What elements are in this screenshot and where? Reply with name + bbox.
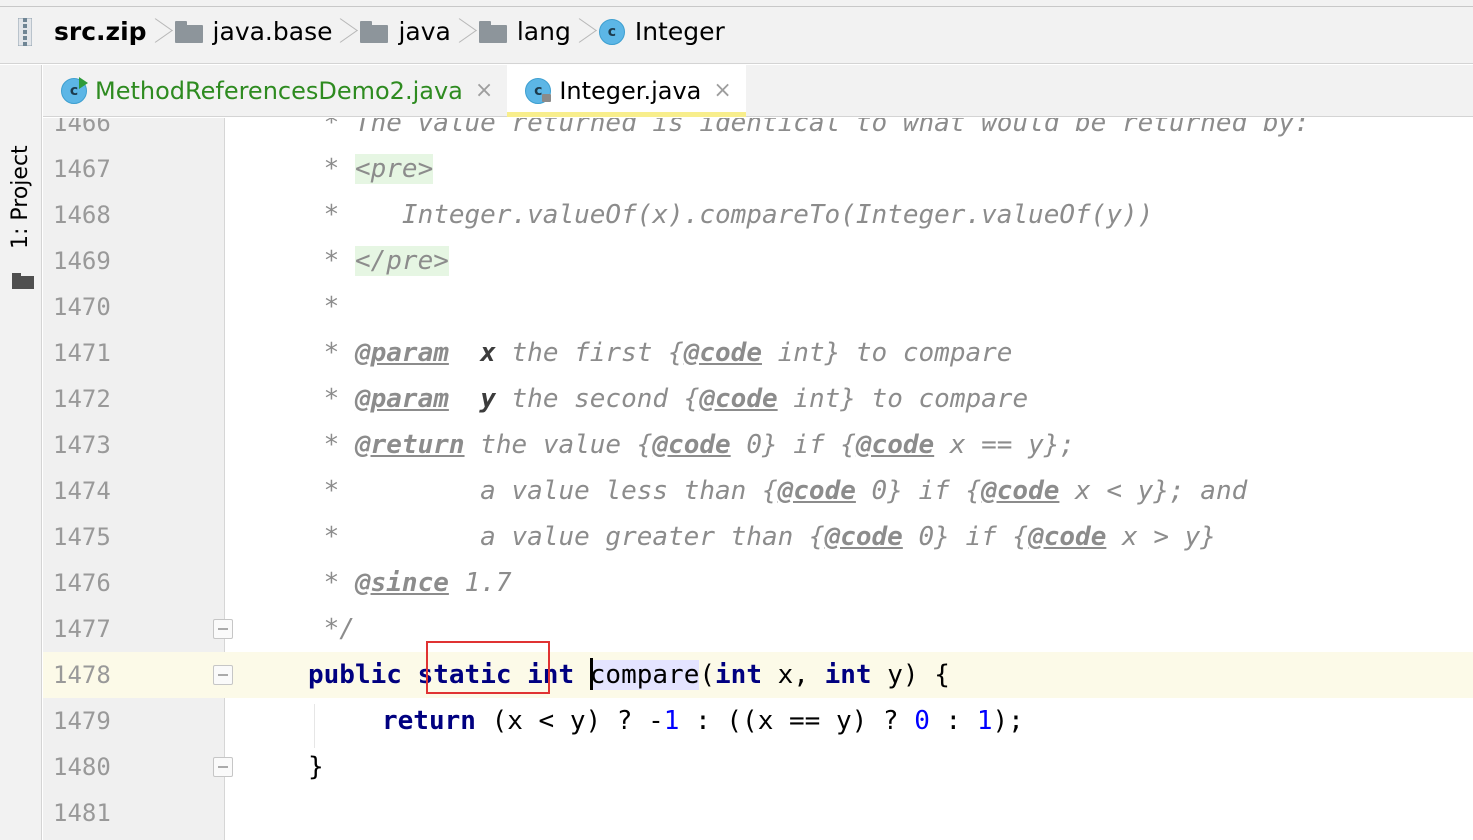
line-number: 1473 [53, 431, 111, 459]
breadcrumb-label: Integer [634, 17, 725, 46]
code-line: 1477 */ [43, 606, 1473, 652]
run-badge-icon [79, 76, 88, 89]
text-caret [589, 657, 593, 690]
fold-end-icon[interactable] [213, 757, 233, 777]
line-number: 1476 [53, 569, 111, 597]
chevron-right-icon [577, 14, 591, 50]
breadcrumb-label: java.base [212, 17, 333, 46]
code-editor[interactable]: 1466 * The value returned is identical t… [43, 118, 1473, 840]
class-icon: c [598, 18, 625, 45]
line-number: 1474 [53, 477, 111, 505]
lock-icon [542, 93, 552, 102]
chevron-right-icon [338, 14, 352, 50]
code-text: * a value greater than {@code 0} if {@co… [308, 522, 1216, 552]
code-text: * The value returned is identical to wha… [308, 118, 1310, 138]
line-number: 1472 [53, 385, 111, 413]
close-icon[interactable]: × [713, 78, 731, 103]
html-tag: <pre> [354, 154, 434, 184]
line-number: 1467 [53, 155, 111, 183]
code-line: 1481 [43, 790, 1473, 836]
code-line: 1475 * a value greater than {@code 0} if… [43, 514, 1473, 560]
line-number: 1466 [53, 118, 111, 137]
left-tool-strip: 1: Project [0, 65, 42, 840]
code-line: 1476 * @since 1.7 [43, 560, 1473, 606]
line-number: 1481 [53, 799, 111, 827]
line-number: 1470 [53, 293, 111, 321]
code-text: */ [308, 614, 355, 644]
code-text: } [308, 752, 324, 782]
code-line: 1480 } [43, 744, 1473, 790]
code-text: * Integer.valueOf(x).compareTo(Integer.v… [308, 200, 1154, 230]
tab-integer-java[interactable]: c Integer.java × [507, 65, 747, 117]
method-name: compare [589, 660, 700, 690]
code-line: 1466 * The value returned is identical t… [43, 118, 1473, 146]
line-number: 1475 [53, 523, 111, 551]
line-number: 1471 [53, 339, 111, 367]
breadcrumb-item-lang[interactable]: lang [478, 0, 571, 63]
code-line: 1471 * @param x the first {@code int} to… [43, 330, 1473, 376]
line-number: 1478 [53, 661, 111, 689]
zip-archive-icon [18, 17, 32, 46]
line-number: 1468 [53, 201, 111, 229]
code-line: 1472 * @param y the second {@code int} t… [43, 376, 1473, 422]
code-text: * <pre> [308, 154, 434, 184]
code-text: * [308, 292, 340, 322]
annotation-highlight-box [426, 641, 550, 694]
code-line: 1470 * [43, 284, 1473, 330]
html-tag: </pre> [354, 246, 449, 276]
close-icon[interactable]: × [475, 78, 493, 103]
tab-label: MethodReferencesDemo2.java [95, 76, 463, 105]
code-line: 1468 * Integer.valueOf(x).compareTo(Inte… [43, 192, 1473, 238]
line-number: 1479 [53, 707, 111, 735]
code-line: 1473 * @return the value {@code 0} if {@… [43, 422, 1473, 468]
code-text: * @param y the second {@code int} to com… [308, 384, 1029, 414]
breadcrumb-label: src.zip [54, 17, 147, 46]
breadcrumb: src.zip java.base java lang c Integer [0, 0, 1473, 64]
current-code-line: 1478 public static int compare(int x, in… [43, 652, 1473, 698]
line-number: 1469 [53, 247, 111, 275]
breadcrumb-item-src-zip[interactable]: src.zip [18, 0, 147, 63]
fold-start-icon[interactable] [213, 665, 233, 685]
code-line: 1467 * <pre> [43, 146, 1473, 192]
code-text: * </pre> [308, 246, 449, 276]
tab-label: Integer.java [559, 76, 702, 105]
project-tool-window-button[interactable]: 1: Project [0, 79, 42, 289]
code-text: public static int compare(int x, int y) … [308, 652, 950, 698]
breadcrumb-item-java[interactable]: java [360, 0, 451, 63]
folder-icon [478, 20, 507, 43]
chevron-right-icon [153, 14, 167, 50]
folder-icon [12, 273, 34, 289]
folder-icon [360, 20, 389, 43]
code-text: * a value less than {@code 0} if {@code … [308, 476, 1248, 506]
code-text: * @param x the first {@code int} to comp… [308, 338, 1013, 368]
breadcrumb-item-integer[interactable]: c Integer [598, 0, 725, 63]
breadcrumb-item-java-base[interactable]: java.base [174, 0, 333, 63]
fold-end-icon[interactable] [213, 619, 233, 639]
line-number: 1480 [53, 753, 111, 781]
code-line: 1469 * </pre> [43, 238, 1473, 284]
code-text: * @return the value {@code 0} if {@code … [308, 430, 1076, 460]
code-line: 1479 return (x < y) ? -1 : ((x == y) ? 0… [43, 698, 1473, 744]
chevron-right-icon [457, 14, 471, 50]
editor-tab-bar: c MethodReferencesDemo2.java × c Integer… [43, 65, 1473, 117]
project-tool-label: 1: Project [8, 145, 33, 249]
indent-guide [314, 704, 315, 748]
folder-icon [174, 20, 203, 43]
code-text: return (x < y) ? -1 : ((x == y) ? 0 : 1)… [382, 706, 1024, 736]
line-number: 1477 [53, 615, 111, 643]
code-text: * @since 1.7 [308, 568, 512, 598]
code-line: 1474 * a value less than {@code 0} if {@… [43, 468, 1473, 514]
tab-method-references-demo2[interactable]: c MethodReferencesDemo2.java × [43, 65, 507, 116]
